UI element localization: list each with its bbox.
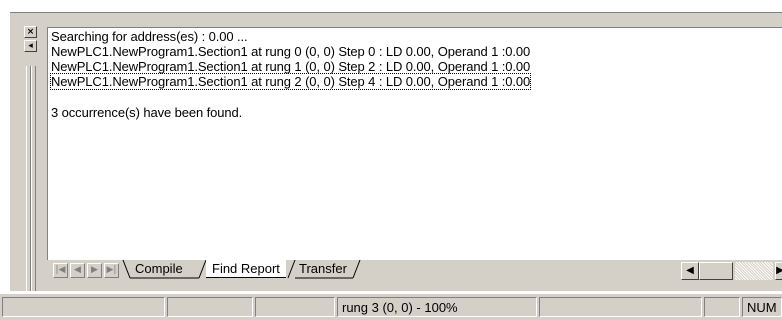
status-panel-6 [704, 297, 740, 317]
output-line-result-3-selected[interactable]: NewPLC1.NewProgram1.Section1 at rung 2 (… [49, 73, 532, 90]
horizontal-scrollbar[interactable]: ◀ ▶ [675, 262, 782, 280]
status-panel-3 [255, 297, 335, 317]
output-line-result-2[interactable]: NewPLC1.NewProgram1.Section1 at rung 1 (… [51, 59, 530, 74]
status-bar: rung 3 (0, 0) - 100% NUM [0, 294, 782, 320]
status-panel-2 [167, 297, 253, 317]
dock-grip-handle-2[interactable] [31, 66, 36, 291]
output-line-summary: 3 occurrence(s) have been found. [51, 105, 243, 120]
status-panel-5 [539, 297, 702, 317]
output-line-result-1[interactable]: NewPLC1.NewProgram1.Section1 at rung 0 (… [51, 44, 530, 59]
output-tab-row: |◀ ◀ ▶ ▶| Compile Find Report Transfer ◀… [47, 260, 782, 282]
tab-next-icon[interactable]: ▶ [87, 263, 102, 278]
output-window-control-bar[interactable]: × ◂ [10, 16, 46, 291]
pin-icon[interactable]: ◂ [24, 40, 37, 52]
scroll-track[interactable] [735, 262, 773, 280]
tab-last-icon[interactable]: ▶| [104, 263, 119, 278]
status-num-lock: NUM [742, 297, 782, 317]
scroll-right-icon[interactable]: ▶ [775, 262, 782, 280]
find-report-output[interactable]: Searching for address(es) : 0.00 ... New… [47, 27, 782, 261]
scroll-left-icon[interactable]: ◀ [681, 262, 699, 280]
output-line-search: Searching for address(es) : 0.00 ... [51, 29, 248, 44]
scroll-thumb[interactable] [699, 262, 733, 280]
top-strip [0, 0, 782, 12]
status-rung-zoom: rung 3 (0, 0) - 100% [337, 297, 537, 317]
close-icon[interactable]: × [24, 26, 37, 38]
tab-transfer[interactable]: Transfer [293, 260, 353, 277]
tab-find-report[interactable]: Find Report [206, 260, 286, 278]
status-panel-1 [2, 297, 165, 317]
tab-prev-icon[interactable]: ◀ [70, 263, 85, 278]
tab-compile[interactable]: Compile [129, 260, 189, 277]
tab-first-icon[interactable]: |◀ [53, 263, 68, 278]
